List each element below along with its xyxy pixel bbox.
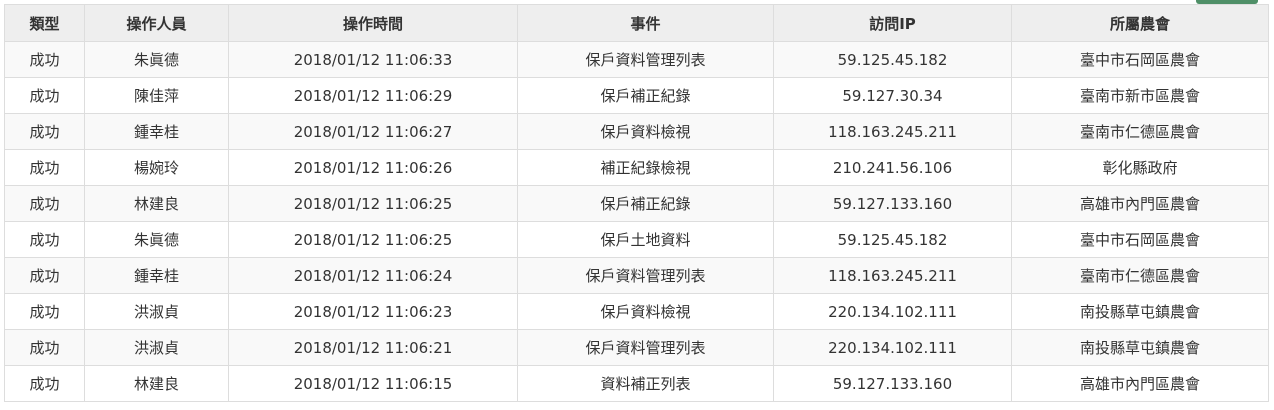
table-body: 成功 朱眞德 2018/01/12 11:06:33 保戶資料管理列表 59.1… [4,41,1269,402]
cell-operator: 林建良 [84,365,229,402]
cell-organization: 臺中市石岡區農會 [1011,221,1269,258]
cell-organization: 高雄市內門區農會 [1011,185,1269,222]
cell-organization: 臺南市新市區農會 [1011,77,1269,114]
cell-time: 2018/01/12 11:06:25 [228,185,518,222]
cell-type: 成功 [4,221,85,258]
table-row[interactable]: 成功 林建良 2018/01/12 11:06:15 資料補正列表 59.127… [4,365,1269,402]
table-row[interactable]: 成功 朱眞德 2018/01/12 11:06:33 保戶資料管理列表 59.1… [4,41,1269,78]
table-row[interactable]: 成功 陳佳萍 2018/01/12 11:06:29 保戶補正紀錄 59.127… [4,77,1269,114]
cell-operator: 朱眞德 [84,41,229,78]
cell-event: 保戶資料檢視 [517,293,774,330]
cell-ip: 59.127.133.160 [773,365,1012,402]
cell-operator: 洪淑貞 [84,293,229,330]
column-header-organization[interactable]: 所屬農會 [1011,4,1269,42]
cell-operator: 鍾幸桂 [84,113,229,150]
table-row[interactable]: 成功 鍾幸桂 2018/01/12 11:06:27 保戶資料檢視 118.16… [4,113,1269,150]
cell-ip: 118.163.245.211 [773,113,1012,150]
cell-ip: 220.134.102.111 [773,293,1012,330]
cell-time: 2018/01/12 11:06:33 [228,41,518,78]
cell-event: 保戶土地資料 [517,221,774,258]
cell-type: 成功 [4,329,85,366]
cell-organization: 臺南市仁德區農會 [1011,257,1269,294]
cell-time: 2018/01/12 11:06:25 [228,221,518,258]
operation-log-table: 類型 操作人員 操作時間 事件 訪問IP 所屬農會 成功 朱眞德 2018/01… [4,4,1269,402]
column-header-ip[interactable]: 訪問IP [773,4,1012,42]
cell-ip: 59.125.45.182 [773,221,1012,258]
column-header-event[interactable]: 事件 [517,4,774,42]
cell-type: 成功 [4,149,85,186]
cell-organization: 彰化縣政府 [1011,149,1269,186]
cell-ip: 220.134.102.111 [773,329,1012,366]
column-header-operator[interactable]: 操作人員 [84,4,229,42]
cell-ip: 118.163.245.211 [773,257,1012,294]
cell-operator: 林建良 [84,185,229,222]
table-row[interactable]: 成功 楊婉玲 2018/01/12 11:06:26 補正紀錄檢視 210.24… [4,149,1269,186]
cell-event: 補正紀錄檢視 [517,149,774,186]
column-header-type[interactable]: 類型 [4,4,85,42]
table-row[interactable]: 成功 朱眞德 2018/01/12 11:06:25 保戶土地資料 59.125… [4,221,1269,258]
cell-event: 保戶補正紀錄 [517,185,774,222]
cell-operator: 陳佳萍 [84,77,229,114]
cell-ip: 59.127.133.160 [773,185,1012,222]
cell-event: 保戶資料管理列表 [517,41,774,78]
cell-time: 2018/01/12 11:06:23 [228,293,518,330]
cell-time: 2018/01/12 11:06:15 [228,365,518,402]
cell-type: 成功 [4,185,85,222]
cell-ip: 210.241.56.106 [773,149,1012,186]
cell-time: 2018/01/12 11:06:21 [228,329,518,366]
cell-type: 成功 [4,257,85,294]
cell-event: 保戶資料檢視 [517,113,774,150]
cell-type: 成功 [4,365,85,402]
table-row[interactable]: 成功 林建良 2018/01/12 11:06:25 保戶補正紀錄 59.127… [4,185,1269,222]
cell-operator: 鍾幸桂 [84,257,229,294]
cell-time: 2018/01/12 11:06:26 [228,149,518,186]
table-row[interactable]: 成功 洪淑貞 2018/01/12 11:06:21 保戶資料管理列表 220.… [4,329,1269,366]
cell-ip: 59.125.45.182 [773,41,1012,78]
cell-type: 成功 [4,77,85,114]
table-row[interactable]: 成功 洪淑貞 2018/01/12 11:06:23 保戶資料檢視 220.13… [4,293,1269,330]
cell-type: 成功 [4,293,85,330]
cell-organization: 南投縣草屯鎮農會 [1011,329,1269,366]
cell-event: 保戶資料管理列表 [517,329,774,366]
cell-time: 2018/01/12 11:06:27 [228,113,518,150]
page: 類型 操作人員 操作時間 事件 訪問IP 所屬農會 成功 朱眞德 2018/01… [0,0,1274,410]
cell-event: 保戶資料管理列表 [517,257,774,294]
cell-type: 成功 [4,113,85,150]
cell-organization: 臺南市仁德區農會 [1011,113,1269,150]
table-header: 類型 操作人員 操作時間 事件 訪問IP 所屬農會 [4,4,1269,42]
cell-ip: 59.127.30.34 [773,77,1012,114]
cell-organization: 臺中市石岡區農會 [1011,41,1269,78]
column-header-time[interactable]: 操作時間 [228,4,518,42]
cell-organization: 南投縣草屯鎮農會 [1011,293,1269,330]
cell-event: 保戶補正紀錄 [517,77,774,114]
cell-organization: 高雄市內門區農會 [1011,365,1269,402]
cell-operator: 楊婉玲 [84,149,229,186]
header-row: 類型 操作人員 操作時間 事件 訪問IP 所屬農會 [4,4,1269,42]
cell-time: 2018/01/12 11:06:24 [228,257,518,294]
table-row[interactable]: 成功 鍾幸桂 2018/01/12 11:06:24 保戶資料管理列表 118.… [4,257,1269,294]
cell-type: 成功 [4,41,85,78]
cell-operator: 朱眞德 [84,221,229,258]
cell-time: 2018/01/12 11:06:29 [228,77,518,114]
cell-event: 資料補正列表 [517,365,774,402]
cell-operator: 洪淑貞 [84,329,229,366]
